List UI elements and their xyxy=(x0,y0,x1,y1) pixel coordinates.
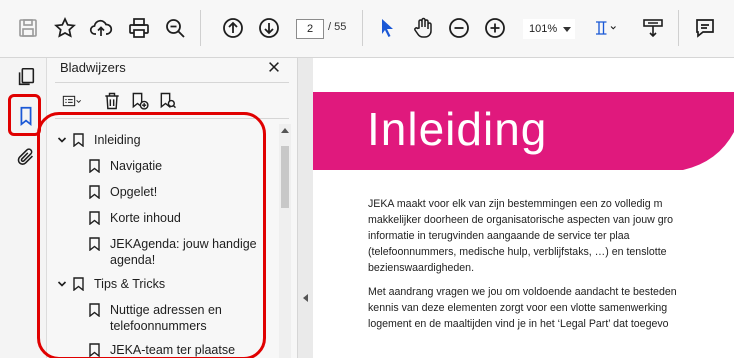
main-toolbar: 2 / 55 101% xyxy=(0,0,734,58)
body-text-line: bezienswaardigheden. xyxy=(368,262,475,274)
scroll-mode-icon[interactable] xyxy=(640,14,666,42)
bookmarks-panel: Bladwijzers Inleiding Navigatie Opgelet! xyxy=(37,58,297,358)
next-page-icon[interactable] xyxy=(256,14,282,42)
star-icon[interactable] xyxy=(52,14,78,42)
options-menu-icon[interactable] xyxy=(57,90,87,112)
highlight-box xyxy=(8,94,41,136)
panel-divider xyxy=(55,82,289,83)
chevron-down-icon xyxy=(563,27,571,32)
scrollbar-thumb[interactable] xyxy=(281,146,289,208)
toolbar-separator xyxy=(362,10,363,46)
hand-tool-icon[interactable] xyxy=(410,14,436,42)
body-text-line: JEKA maakt voor elk van zijn bestemminge… xyxy=(368,198,663,210)
scroll-up-icon[interactable] xyxy=(281,128,289,133)
select-cursor-icon[interactable] xyxy=(374,14,400,42)
zoom-level-value: 101% xyxy=(529,23,558,35)
save-icon[interactable] xyxy=(15,14,41,42)
delete-icon[interactable] xyxy=(101,90,123,112)
body-text-line: informatie in terugvinden aangaande de s… xyxy=(368,230,630,242)
document-view: Inleiding JEKA maakt voor elk van zijn b… xyxy=(313,58,734,358)
close-icon[interactable] xyxy=(265,58,283,76)
page-heading: Inleiding xyxy=(367,103,548,155)
attachment-icon[interactable] xyxy=(13,144,39,170)
toolbar-separator xyxy=(678,10,679,46)
print-icon[interactable] xyxy=(126,14,152,42)
body-text-line: kennis van deze elementen zorgt voor een… xyxy=(368,302,668,314)
page-total: / 55 xyxy=(328,21,347,33)
collapse-panel-icon[interactable] xyxy=(303,294,308,302)
page-number-input[interactable]: 2 xyxy=(296,19,324,39)
zoom-out-icon[interactable] xyxy=(446,14,472,42)
body-text-line: (telefoonnummers, medische hulp, verblij… xyxy=(368,246,667,258)
toolbar-separator xyxy=(200,10,201,46)
panel-title: Bladwijzers xyxy=(60,60,126,75)
zoom-in-icon[interactable] xyxy=(482,14,508,42)
find-bookmark-icon[interactable] xyxy=(157,90,179,112)
previous-page-icon[interactable] xyxy=(220,14,246,42)
cloud-upload-icon[interactable] xyxy=(88,14,114,42)
new-bookmark-icon[interactable] xyxy=(129,90,151,112)
body-text-line: Met aandrang vragen we jou om voldoende … xyxy=(368,286,677,298)
body-text-line: makkelijker doorheen de organisatorische… xyxy=(368,214,674,226)
bookmarks-scrollbar[interactable] xyxy=(279,124,291,358)
page-fit-icon[interactable] xyxy=(588,14,622,42)
zoom-out-search-icon[interactable] xyxy=(162,14,188,42)
highlight-box xyxy=(37,112,266,358)
zoom-level-select[interactable]: 101% xyxy=(523,19,575,39)
pages-thumbnail-icon[interactable] xyxy=(13,64,39,90)
comment-icon[interactable] xyxy=(692,14,718,42)
panel-splitter[interactable] xyxy=(297,58,313,358)
document-page: Inleiding JEKA maakt voor elk van zijn b… xyxy=(313,58,734,358)
body-text-line: logement en de maaltijden vind je in het… xyxy=(368,318,669,330)
